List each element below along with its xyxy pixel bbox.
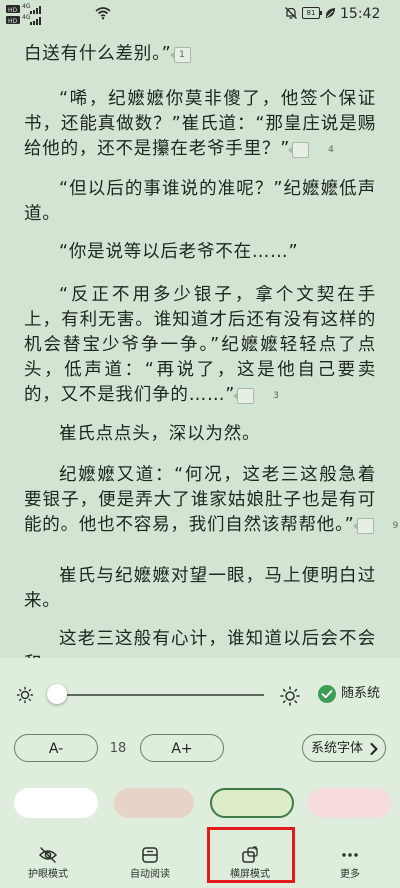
paragraph-5: “反正不用多少银子，拿个文契在手上，有利无害。谁知道才后还有没有这样的机会替宝少… [24,283,376,408]
paragraph-6-text: 崔氏点点头，深以为然。 [59,424,261,444]
eye-care-mode-label: 护眼模式 [28,869,68,880]
paragraph-7: 纪嬷嬷又道：“何况，这老三这般急着要银子，便是弄大了谁家姑娘肚子也是有可能的。他… [24,463,398,538]
more-label: 更多 [340,869,360,880]
font-size-value: 18 [109,741,127,756]
font-decrease-button[interactable]: A- [14,734,98,762]
theme-swatch-light-pink[interactable] [308,788,392,818]
mute-bell-icon [285,7,297,19]
eye-off-icon [38,847,58,863]
paragraph-5-text: “反正不用多少银子，拿个文契在手上，有利无害。谁知道才后还有没有这样的机会替宝少… [24,285,376,405]
comment-count-badge-2[interactable]: 4 [288,142,334,158]
svg-text:HD: HD [8,7,18,13]
brightness-slider-knob[interactable] [47,684,67,704]
signal-bars-2-icon [30,17,44,25]
chevron-right-icon [370,743,378,755]
auto-read-icon [142,847,158,863]
paragraph-4: “你是说等以后老爷不在……” [24,240,376,265]
battery-icon: 81 [302,7,322,19]
status-bar: HD 4G HD 4G 81 15:42 [0,0,400,30]
check-circle-icon [318,685,336,703]
paragraph-1-text: 白送有什么差别。” [24,44,172,64]
hd-badge-2: HD [6,16,20,24]
auto-read-button[interactable]: 自动阅读 [110,838,190,888]
paragraph-9-text: 这老三这般有心计，谁知道以后会不会和 [24,629,376,658]
signal-bars-1-icon [30,6,44,14]
comment-count-badge-4[interactable]: 9 [352,518,398,534]
brightness-high-icon [280,686,300,706]
brightness-slider-track[interactable] [48,694,264,696]
paragraph-8-text: 崔氏与纪嬷嬷对望一眼，马上便明白过来。 [24,566,376,611]
paragraph-9: 这老三这般有心计，谁知道以后会不会和 [24,627,376,658]
brightness-low-icon [16,686,34,704]
system-font-label: 系统字体 [311,741,364,756]
system-font-button[interactable]: 系统字体 [302,734,386,762]
theme-swatch-pink-beige[interactable] [114,788,194,818]
more-dots-icon [342,853,358,857]
paragraph-7-text: 纪嬷嬷又道：“何况，这老三这般急着要银子，便是弄大了谁家姑娘肚子也是有可能的。他… [24,465,376,535]
leaf-icon [325,8,335,18]
wifi-icon [95,7,111,20]
paragraph-2: “唏，纪嬷嬷你莫非傻了，他签个保证书，还能真做数？”崔氏道：“那皇庄说是赐给他的… [24,87,376,162]
svg-text:HD: HD [8,18,18,24]
eye-care-mode-button[interactable]: 护眼模式 [8,838,88,888]
follow-system-label: 随系统 [341,686,381,701]
comment-count-badge-3[interactable]: 3 [233,388,279,404]
paragraph-8: 崔氏与纪嬷嬷对望一眼，马上便明白过来。 [24,564,376,614]
battery-level: 81 [306,9,316,17]
hd-badge-1: HD [6,5,20,13]
bottom-toolbar: 护眼模式 自动阅读 横屏模式 更多 [0,838,400,888]
theme-swatch-white[interactable] [14,788,98,818]
more-button[interactable]: 更多 [310,838,390,888]
status-time: 15:42 [340,6,381,22]
reading-settings-panel: 随系统 A- 18 A+ 系统字体 护眼模式 自动阅读 横屏模式 更多 [0,658,400,888]
paragraph-3: “但以后的事谁说的准呢？”纪嬷嬷低声道。 [24,177,376,227]
reading-content[interactable]: 白送有什么差别。” 1 “唏，纪嬷嬷你莫非傻了，他签个保证书，还能真做数？”崔氏道… [0,30,400,658]
paragraph-3-text: “但以后的事谁说的准呢？”纪嬷嬷低声道。 [24,179,376,224]
cellular-signal-group: HD 4G HD 4G [6,3,64,26]
paragraph-4-text: “你是说等以后老爷不在……” [59,242,299,262]
auto-read-label: 自动阅读 [130,869,170,880]
paragraph-2-text: “唏，纪嬷嬷你莫非傻了，他签个保证书，还能真做数？”崔氏道：“那皇庄说是赐给他的… [24,89,376,159]
comment-count-badge-1[interactable]: 1 [169,47,191,63]
theme-swatch-light-green[interactable] [210,788,294,818]
paragraph-1: 白送有什么差别。” 1 [24,42,376,67]
highlight-annotation-box [207,827,295,883]
font-increase-button[interactable]: A+ [140,734,224,762]
paragraph-6: 崔氏点点头，深以为然。 [24,422,376,447]
